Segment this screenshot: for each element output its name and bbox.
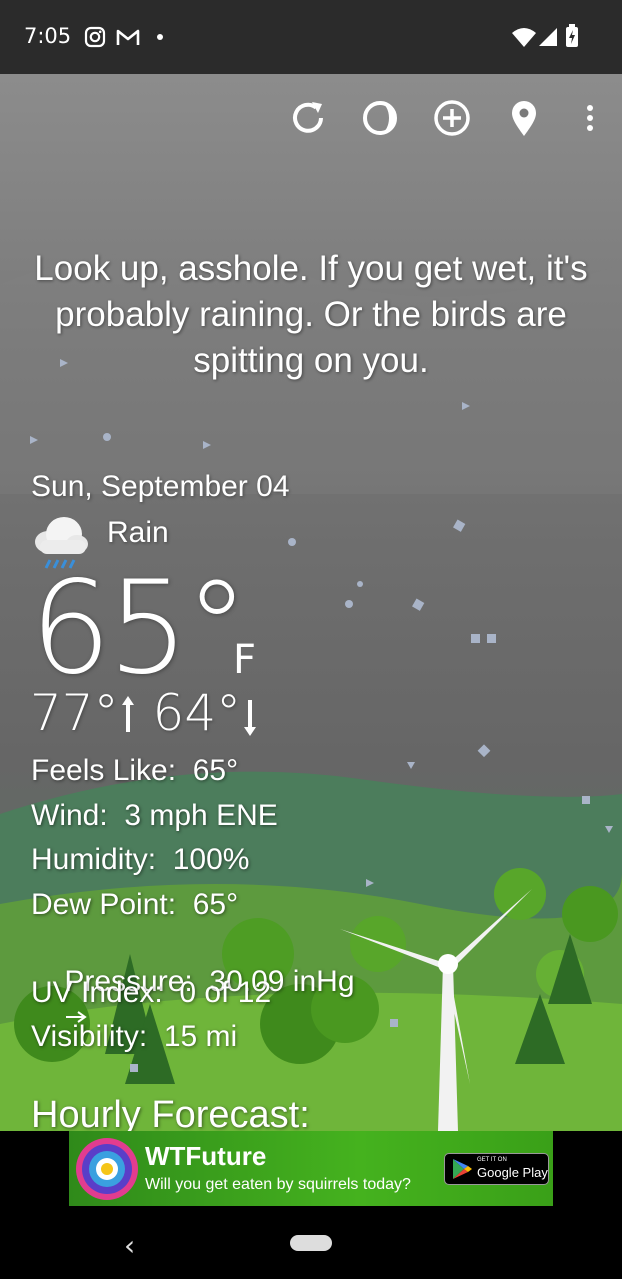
signal-icon bbox=[539, 28, 557, 46]
google-play-badge[interactable]: GET IT ON Google Play bbox=[444, 1153, 549, 1185]
back-icon[interactable]: ‹ bbox=[124, 1229, 135, 1262]
refresh-button[interactable] bbox=[286, 96, 330, 140]
refresh-icon bbox=[293, 102, 323, 133]
home-pill[interactable] bbox=[290, 1235, 332, 1251]
gmail-icon bbox=[116, 29, 140, 45]
ad-title: WTFuture bbox=[145, 1141, 267, 1171]
low-temperature: 64° bbox=[152, 684, 242, 742]
theme-icon bbox=[363, 101, 397, 135]
ad-area: WTFuture Will you get eaten by squirrels… bbox=[0, 1131, 622, 1211]
status-bar: 7:05 bbox=[0, 0, 622, 74]
theme-button[interactable] bbox=[358, 96, 402, 140]
high-low-row: 77° 64° bbox=[30, 684, 259, 742]
weather-scene: Look up, asshole. If you get wet, it's p… bbox=[0, 74, 622, 1131]
status-time: 7:05 bbox=[24, 24, 72, 48]
more-button[interactable] bbox=[566, 96, 610, 140]
google-play-icon bbox=[453, 1159, 472, 1179]
location-button[interactable] bbox=[502, 96, 546, 140]
add-location-button[interactable] bbox=[430, 96, 474, 140]
snarky-quote: Look up, asshole. If you get wet, it's p… bbox=[34, 249, 588, 380]
humidity: Humidity: 100% bbox=[31, 843, 250, 876]
wind: Wind: 3 mph ENE bbox=[31, 799, 278, 832]
instagram-icon bbox=[84, 26, 106, 48]
store-small-label: GET IT ON bbox=[477, 1157, 507, 1163]
wifi-icon bbox=[512, 28, 536, 47]
temperature-unit: F bbox=[233, 637, 257, 683]
high-temperature: 77° bbox=[30, 684, 119, 742]
zodiac-logo-icon bbox=[76, 1138, 138, 1200]
hourly-forecast-title: Hourly Forecast: bbox=[31, 1094, 310, 1131]
dot-icon bbox=[157, 34, 163, 40]
store-big-label: Google Play bbox=[477, 1165, 548, 1180]
forecast-date: Sun, September 04 bbox=[31, 470, 290, 503]
arrow-up-icon bbox=[121, 696, 134, 732]
arrow-down-icon bbox=[244, 700, 257, 736]
location-pin-icon bbox=[512, 101, 536, 136]
visibility: Visibility: 15 mi bbox=[31, 1020, 238, 1053]
navigation-bar: ‹ bbox=[0, 1211, 622, 1279]
dew-point: Dew Point: 65° bbox=[31, 888, 239, 921]
add-location-icon bbox=[434, 100, 470, 136]
feels-like: Feels Like: 65° bbox=[31, 754, 239, 787]
uv-index: UV Index: 0 of 12 bbox=[31, 976, 272, 1009]
current-temperature: 65° bbox=[30, 554, 249, 703]
condition-label: Rain bbox=[107, 516, 169, 549]
ad-subtitle: Will you get eaten by squirrels today? bbox=[145, 1176, 411, 1193]
more-icon bbox=[587, 105, 593, 131]
ad-banner[interactable]: WTFuture Will you get eaten by squirrels… bbox=[69, 1131, 553, 1206]
battery-charging-icon bbox=[566, 24, 578, 47]
